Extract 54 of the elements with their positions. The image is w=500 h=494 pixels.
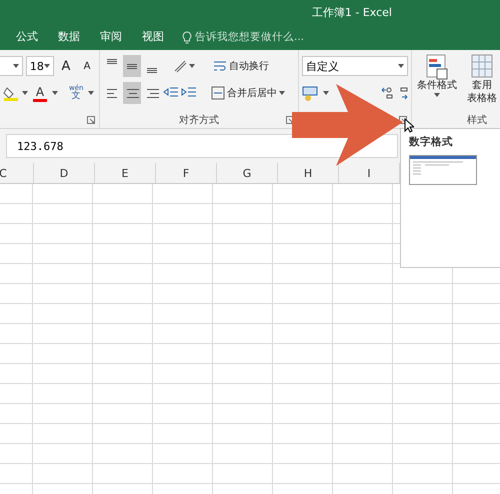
align-lines-icon — [146, 68, 158, 73]
merge-cells-icon — [211, 86, 225, 100]
slanted-lines-icon — [173, 59, 187, 73]
number-format-field[interactable]: 自定义 — [302, 56, 408, 76]
formula-bar-field[interactable]: 123.678 — [6, 134, 398, 158]
ribbon-tab[interactable]: 审阅 — [90, 26, 132, 48]
font-color-button[interactable]: A — [31, 82, 49, 104]
currency-icon — [302, 85, 320, 101]
caret-icon — [88, 91, 94, 95]
caret-icon — [323, 91, 329, 95]
column-header[interactable]: C — [0, 163, 34, 183]
font-name-field[interactable] — [0, 56, 23, 76]
caret-icon — [22, 91, 28, 95]
grow-font-button[interactable]: A — [57, 55, 75, 77]
table-grid-icon — [469, 54, 495, 80]
caret-icon — [44, 64, 50, 68]
wrap-text-button[interactable]: 自动换行 — [211, 55, 271, 77]
column-header[interactable]: G — [217, 163, 278, 183]
lightbulb-icon — [182, 30, 192, 44]
font-size-field[interactable]: 18 — [26, 56, 54, 76]
caret-icon — [12, 64, 19, 68]
align-lines-icon — [145, 86, 159, 100]
vertical-align-button[interactable] — [123, 55, 141, 77]
column-header[interactable]: E — [95, 163, 156, 183]
horizontal-align-button[interactable] — [123, 82, 141, 104]
tell-me-field[interactable]: 告诉我您想要做什么... — [195, 30, 304, 44]
group-label: 对齐方式 — [178, 114, 220, 128]
conditional-formatting-button[interactable]: 条件格式 — [415, 54, 459, 96]
increase-decimal-icon — [381, 86, 393, 100]
align-lines-icon — [125, 86, 139, 100]
column-header[interactable]: F — [156, 163, 217, 183]
ribbon-tab[interactable]: 视图 — [132, 26, 174, 48]
caret-icon — [189, 64, 195, 68]
shrink-font-button[interactable]: A — [78, 55, 96, 77]
dialog-preview-drawing — [409, 155, 477, 185]
align-lines-icon — [126, 64, 138, 68]
align-lines-icon — [105, 86, 119, 100]
conditional-formatting-icon — [424, 54, 450, 80]
caret-icon — [434, 92, 440, 96]
wrap-text-icon — [213, 59, 227, 73]
caret-icon — [398, 64, 404, 68]
fill-color-icon — [3, 85, 19, 101]
caret-icon — [52, 91, 58, 95]
dialog-launcher-icon[interactable] — [399, 116, 407, 124]
caret-icon — [279, 91, 285, 95]
ribbon-tab[interactable]: 公式 — [6, 26, 48, 48]
format-as-table-button[interactable]: 套用 表格格 — [465, 54, 499, 105]
column-header[interactable]: D — [34, 163, 95, 183]
tooltip-title: 数字格式 — [409, 135, 454, 149]
ribbon-tab[interactable]: 数据 — [48, 26, 90, 48]
group-label: 样式 — [466, 114, 487, 128]
merge-center-button[interactable]: 合并后居中 — [209, 82, 287, 104]
window-title: 工作簿1 - Excel — [312, 4, 392, 20]
align-lines-icon — [106, 59, 118, 64]
